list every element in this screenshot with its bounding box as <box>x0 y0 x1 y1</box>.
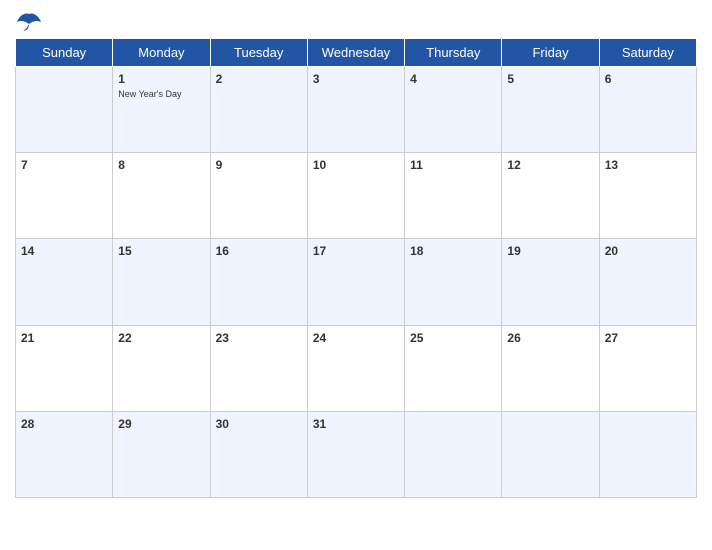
calendar-cell: 20 <box>599 239 696 325</box>
day-number: 22 <box>118 331 131 345</box>
day-number: 26 <box>507 331 520 345</box>
day-number: 4 <box>410 72 417 86</box>
week-row-1: 1 New Year's Day 2 3 4 5 6 <box>16 67 697 153</box>
day-number: 12 <box>507 158 520 172</box>
calendar-cell: 3 <box>307 67 404 153</box>
calendar-cell: 13 <box>599 153 696 239</box>
week-row-2: 7 8 9 10 11 12 13 <box>16 153 697 239</box>
calendar-cell: 19 <box>502 239 599 325</box>
week-row-3: 14 15 16 17 18 19 20 <box>16 239 697 325</box>
day-number: 13 <box>605 158 618 172</box>
day-number: 10 <box>313 158 326 172</box>
week-row-4: 21 22 23 24 25 26 27 <box>16 325 697 411</box>
calendar-cell: 12 <box>502 153 599 239</box>
day-number: 16 <box>216 244 229 258</box>
calendar-cell: 5 <box>502 67 599 153</box>
calendar-cell: 31 <box>307 411 404 497</box>
day-number: 25 <box>410 331 423 345</box>
day-number: 23 <box>216 331 229 345</box>
calendar-cell: 30 <box>210 411 307 497</box>
calendar-cell: 29 <box>113 411 210 497</box>
day-number: 29 <box>118 417 131 431</box>
day-number: 8 <box>118 158 125 172</box>
day-number: 5 <box>507 72 514 86</box>
day-number: 24 <box>313 331 326 345</box>
weekday-wednesday: Wednesday <box>307 39 404 67</box>
calendar-cell: 10 <box>307 153 404 239</box>
day-number: 6 <box>605 72 612 86</box>
day-number: 2 <box>216 72 223 86</box>
logo-icon <box>15 10 43 32</box>
holiday-label: New Year's Day <box>118 89 204 100</box>
day-number: 31 <box>313 417 326 431</box>
calendar-cell: 27 <box>599 325 696 411</box>
weekday-monday: Monday <box>113 39 210 67</box>
day-number: 28 <box>21 417 34 431</box>
calendar-header <box>15 10 697 32</box>
calendar-cell: 14 <box>16 239 113 325</box>
weekday-header-row: SundayMondayTuesdayWednesdayThursdayFrid… <box>16 39 697 67</box>
calendar-cell <box>599 411 696 497</box>
calendar-cell: 17 <box>307 239 404 325</box>
calendar-cell <box>405 411 502 497</box>
day-number: 27 <box>605 331 618 345</box>
calendar-page: SundayMondayTuesdayWednesdayThursdayFrid… <box>0 0 712 550</box>
calendar-cell: 21 <box>16 325 113 411</box>
calendar-cell: 4 <box>405 67 502 153</box>
calendar-cell: 18 <box>405 239 502 325</box>
day-number: 18 <box>410 244 423 258</box>
calendar-cell: 24 <box>307 325 404 411</box>
calendar-cell <box>502 411 599 497</box>
calendar-cell <box>16 67 113 153</box>
weekday-saturday: Saturday <box>599 39 696 67</box>
calendar-cell: 11 <box>405 153 502 239</box>
calendar-cell: 28 <box>16 411 113 497</box>
calendar-cell: 16 <box>210 239 307 325</box>
day-number: 9 <box>216 158 223 172</box>
calendar-table: SundayMondayTuesdayWednesdayThursdayFrid… <box>15 38 697 498</box>
calendar-cell: 25 <box>405 325 502 411</box>
week-row-5: 28 29 30 31 <box>16 411 697 497</box>
calendar-cell: 15 <box>113 239 210 325</box>
day-number: 15 <box>118 244 131 258</box>
calendar-cell: 7 <box>16 153 113 239</box>
day-number: 11 <box>410 158 423 172</box>
calendar-cell: 6 <box>599 67 696 153</box>
day-number: 21 <box>21 331 34 345</box>
day-number: 20 <box>605 244 618 258</box>
day-number: 14 <box>21 244 34 258</box>
calendar-cell: 23 <box>210 325 307 411</box>
day-number: 19 <box>507 244 520 258</box>
day-number: 7 <box>21 158 28 172</box>
logo <box>15 10 47 32</box>
calendar-cell: 22 <box>113 325 210 411</box>
calendar-cell: 8 <box>113 153 210 239</box>
calendar-cell: 2 <box>210 67 307 153</box>
day-number: 1 <box>118 72 125 86</box>
weekday-friday: Friday <box>502 39 599 67</box>
calendar-cell: 9 <box>210 153 307 239</box>
calendar-cell: 26 <box>502 325 599 411</box>
day-number: 3 <box>313 72 320 86</box>
weekday-thursday: Thursday <box>405 39 502 67</box>
weekday-sunday: Sunday <box>16 39 113 67</box>
day-number: 30 <box>216 417 229 431</box>
calendar-cell: 1 New Year's Day <box>113 67 210 153</box>
day-number: 17 <box>313 244 326 258</box>
weekday-tuesday: Tuesday <box>210 39 307 67</box>
